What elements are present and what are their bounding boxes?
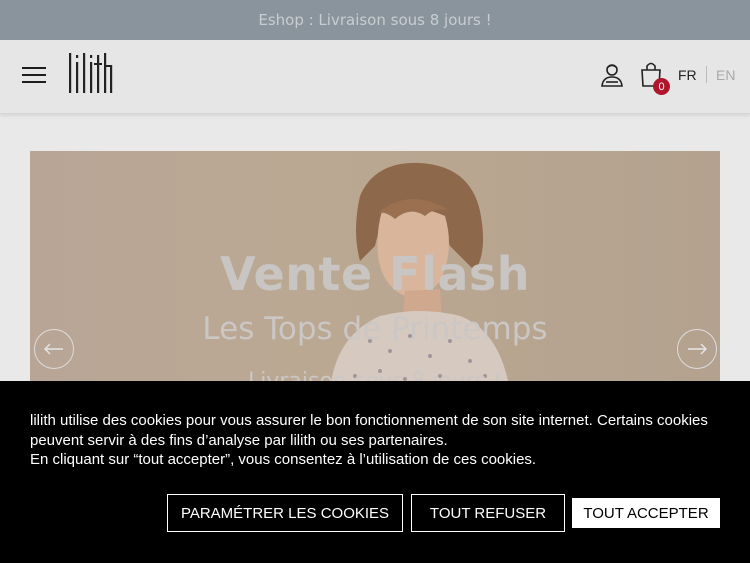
site-header: 0 FR EN [0,40,750,114]
language-en[interactable]: EN [716,67,735,83]
language-separator [706,66,707,83]
refuse-all-button[interactable]: TOUT REFUSER [411,494,565,532]
cookie-text: lilith utilise des cookies pour vous ass… [30,412,708,449]
hero-title: Vente Flash [219,247,531,301]
arrow-right-icon[interactable] [677,329,717,369]
cookie-settings-button[interactable]: PARAMÉTRER LES COOKIES [167,494,403,532]
cookie-banner: lilith utilise des cookies pour vous ass… [0,381,750,563]
lilith-logo[interactable] [66,51,114,95]
arrow-left-icon[interactable] [34,329,74,369]
announcement-bar: Eshop : Livraison sous 8 jours ! [0,0,750,40]
accept-all-button[interactable]: TOUT ACCEPTER [572,498,720,528]
menu-icon[interactable] [22,67,46,85]
user-icon[interactable] [600,62,624,88]
cart-count-badge: 0 [653,78,670,95]
announcement-text: Eshop : Livraison sous 8 jours ! [258,11,492,29]
hero-subtitle: Les Tops de Printemps [202,311,548,347]
language-fr[interactable]: FR [678,67,697,83]
hero-slider[interactable]: Vente Flash Les Tops de Printemps Livrai… [30,151,720,391]
cookie-consent-text: En cliquant sur “tout accepter”, vous co… [30,451,537,468]
